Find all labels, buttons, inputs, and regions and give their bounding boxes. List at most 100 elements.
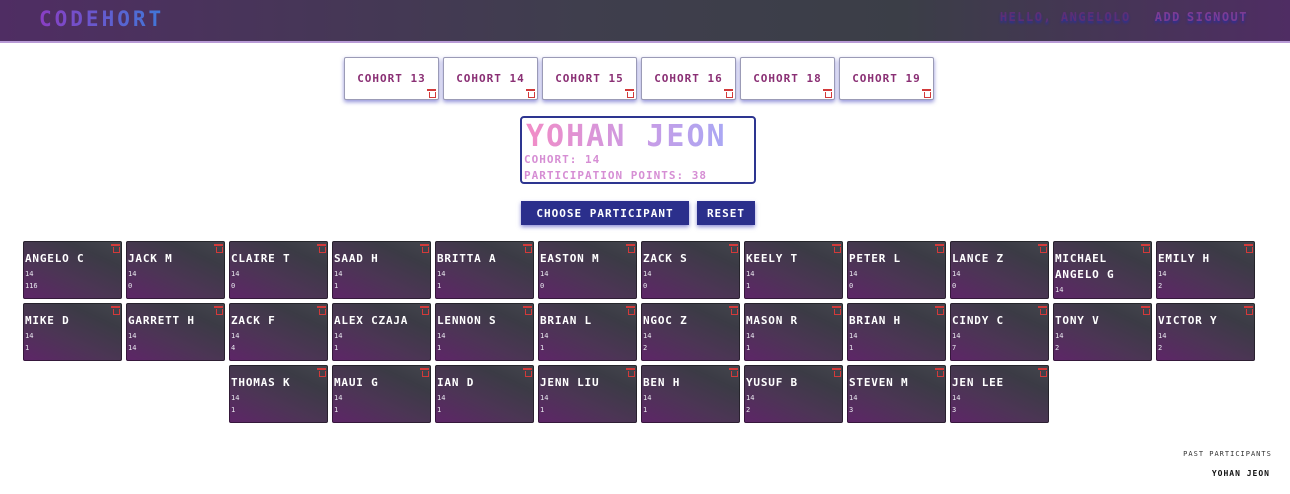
- participant-cohort: 14: [643, 332, 652, 340]
- participant-name: ALEX CZAJA: [334, 314, 409, 327]
- participant-card[interactable]: NGOC Z 14 2: [641, 303, 740, 361]
- participant-card[interactable]: BRIAN L 14 1: [538, 303, 637, 361]
- participant-card[interactable]: MASON R 14 1: [744, 303, 843, 361]
- participant-points: 2: [643, 344, 648, 352]
- participant-card[interactable]: ALEX CZAJA 14 1: [332, 303, 431, 361]
- participant-name: EASTON M: [540, 252, 600, 265]
- participant-name: MAUI G: [334, 376, 379, 389]
- participant-points: 1: [746, 344, 751, 352]
- participant-points: 0: [231, 282, 236, 290]
- participant-card[interactable]: THOMAS K 14 1: [229, 365, 328, 423]
- participant-card[interactable]: IAN D 14 1: [435, 365, 534, 423]
- signout-link[interactable]: SIGNOUT: [1187, 10, 1248, 24]
- participant-name: CINDY C: [952, 314, 1004, 327]
- participant-card[interactable]: MAUI G 14 1: [332, 365, 431, 423]
- participant-card[interactable]: CINDY C 14 7: [950, 303, 1049, 361]
- participant-name: ZACK F: [231, 314, 276, 327]
- participant-card[interactable]: ANGELO C 14 116: [23, 241, 122, 299]
- participant-cohort: 14: [128, 270, 137, 278]
- participant-points: 1: [437, 406, 442, 414]
- trash-icon[interactable]: [427, 89, 436, 98]
- participant-card[interactable]: JEN LEE 14 3: [950, 365, 1049, 423]
- reset-button[interactable]: RESET: [697, 201, 755, 225]
- participant-card[interactable]: LENNON S 14 1: [435, 303, 534, 361]
- cohort-tab[interactable]: COHORT 16: [641, 57, 736, 100]
- participant-card[interactable]: EASTON M 14 0: [538, 241, 637, 299]
- participant-cohort: 14: [334, 332, 343, 340]
- participant-card[interactable]: STEVEN M 14 3: [847, 365, 946, 423]
- participant-cohort: 14: [1055, 286, 1064, 294]
- cohort-tab[interactable]: COHORT 15: [542, 57, 637, 100]
- participant-card[interactable]: YUSUF B 14 2: [744, 365, 843, 423]
- participant-name: THOMAS K: [231, 376, 291, 389]
- participant-name: BRIAN H: [849, 314, 901, 327]
- participant-cohort: 14: [1158, 332, 1167, 340]
- participant-name: IAN D: [437, 376, 475, 389]
- participant-points: 7: [952, 344, 957, 352]
- trash-icon[interactable]: [526, 89, 535, 98]
- cohort-tab-label: COHORT 19: [852, 72, 921, 85]
- participant-name: EMILY H: [1158, 252, 1210, 265]
- trash-icon[interactable]: [724, 89, 733, 98]
- participant-points: 0: [643, 282, 648, 290]
- participant-card[interactable]: JENN LIU 14 1: [538, 365, 637, 423]
- participant-cohort: 14: [437, 332, 446, 340]
- participant-points: 1: [849, 344, 854, 352]
- participant-card[interactable]: BRITTA A 14 1: [435, 241, 534, 299]
- participant-card[interactable]: CLAIRE T 14 0: [229, 241, 328, 299]
- participant-card[interactable]: PETER L 14 0: [847, 241, 946, 299]
- participant-points: 0: [849, 282, 854, 290]
- past-participants-panel: PAST PARTICIPANTS YOHAN JEON: [1175, 450, 1280, 478]
- participant-cohort: 14: [952, 270, 961, 278]
- participant-card[interactable]: MICHAEL ANGELO G 14: [1053, 241, 1152, 299]
- participant-points: 14: [128, 344, 137, 352]
- participant-name: GARRETT H: [128, 314, 195, 327]
- trash-icon[interactable]: [625, 89, 634, 98]
- participant-card[interactable]: MIKE D 14 1: [23, 303, 122, 361]
- participant-points: 4: [231, 344, 236, 352]
- past-participant-item: YOHAN JEON: [1211, 469, 1270, 478]
- cohort-tab[interactable]: COHORT 19: [839, 57, 934, 100]
- participant-card[interactable]: TONY V 14 2: [1053, 303, 1152, 361]
- participant-cohort: 14: [334, 270, 343, 278]
- cohort-tab[interactable]: COHORT 18: [740, 57, 835, 100]
- participant-card[interactable]: JACK M 14 0: [126, 241, 225, 299]
- participant-card[interactable]: LANCE Z 14 0: [950, 241, 1049, 299]
- cohort-tab[interactable]: COHORT 13: [344, 57, 439, 100]
- participant-name: JEN LEE: [952, 376, 1004, 389]
- cohort-tab[interactable]: COHORT 14: [443, 57, 538, 100]
- participant-cohort: 14: [746, 332, 755, 340]
- choose-participant-button[interactable]: CHOOSE PARTICIPANT: [521, 201, 689, 225]
- participant-card[interactable]: ZACK S 14 0: [641, 241, 740, 299]
- cohort-tab-label: COHORT 15: [555, 72, 624, 85]
- participant-name: BEN H: [643, 376, 681, 389]
- participant-card[interactable]: SAAD H 14 1: [332, 241, 431, 299]
- participant-name: BRIAN L: [540, 314, 592, 327]
- user-greeting: HELLO, ANGELOLO: [999, 10, 1131, 24]
- participant-card[interactable]: BEN H 14 1: [641, 365, 740, 423]
- trash-icon[interactable]: [922, 89, 931, 98]
- app-logo[interactable]: CODEHORT: [39, 7, 164, 31]
- participant-name: CLAIRE T: [231, 252, 291, 265]
- participant-points: 1: [334, 406, 339, 414]
- participant-row: THOMAS K 14 1 MAUI G 14 1 IAN D 14 1 JENN LIU 1…: [229, 365, 1049, 423]
- participant-name: TONY V: [1055, 314, 1100, 327]
- participant-name: LENNON S: [437, 314, 497, 327]
- participant-card[interactable]: VICTOR Y 14 2: [1156, 303, 1255, 361]
- cohort-tab-label: COHORT 13: [357, 72, 426, 85]
- participant-row: ANGELO C 14 116 JACK M 14 0 CLAIRE T 14 0 SAAD…: [23, 241, 1255, 299]
- participant-name: ZACK S: [643, 252, 688, 265]
- cohort-tab-label: COHORT 14: [456, 72, 525, 85]
- participant-card[interactable]: ZACK F 14 4: [229, 303, 328, 361]
- participant-cohort: 14: [231, 270, 240, 278]
- add-link[interactable]: ADD: [1155, 10, 1181, 24]
- trash-icon[interactable]: [823, 89, 832, 98]
- participant-name: JENN LIU: [540, 376, 600, 389]
- participant-card[interactable]: GARRETT H 14 14: [126, 303, 225, 361]
- participant-cohort: 14: [746, 394, 755, 402]
- participant-name: BRITTA A: [437, 252, 497, 265]
- participant-card[interactable]: KEELY T 14 1: [744, 241, 843, 299]
- participant-points: 3: [849, 406, 854, 414]
- participant-card[interactable]: EMILY H 14 2: [1156, 241, 1255, 299]
- participant-card[interactable]: BRIAN H 14 1: [847, 303, 946, 361]
